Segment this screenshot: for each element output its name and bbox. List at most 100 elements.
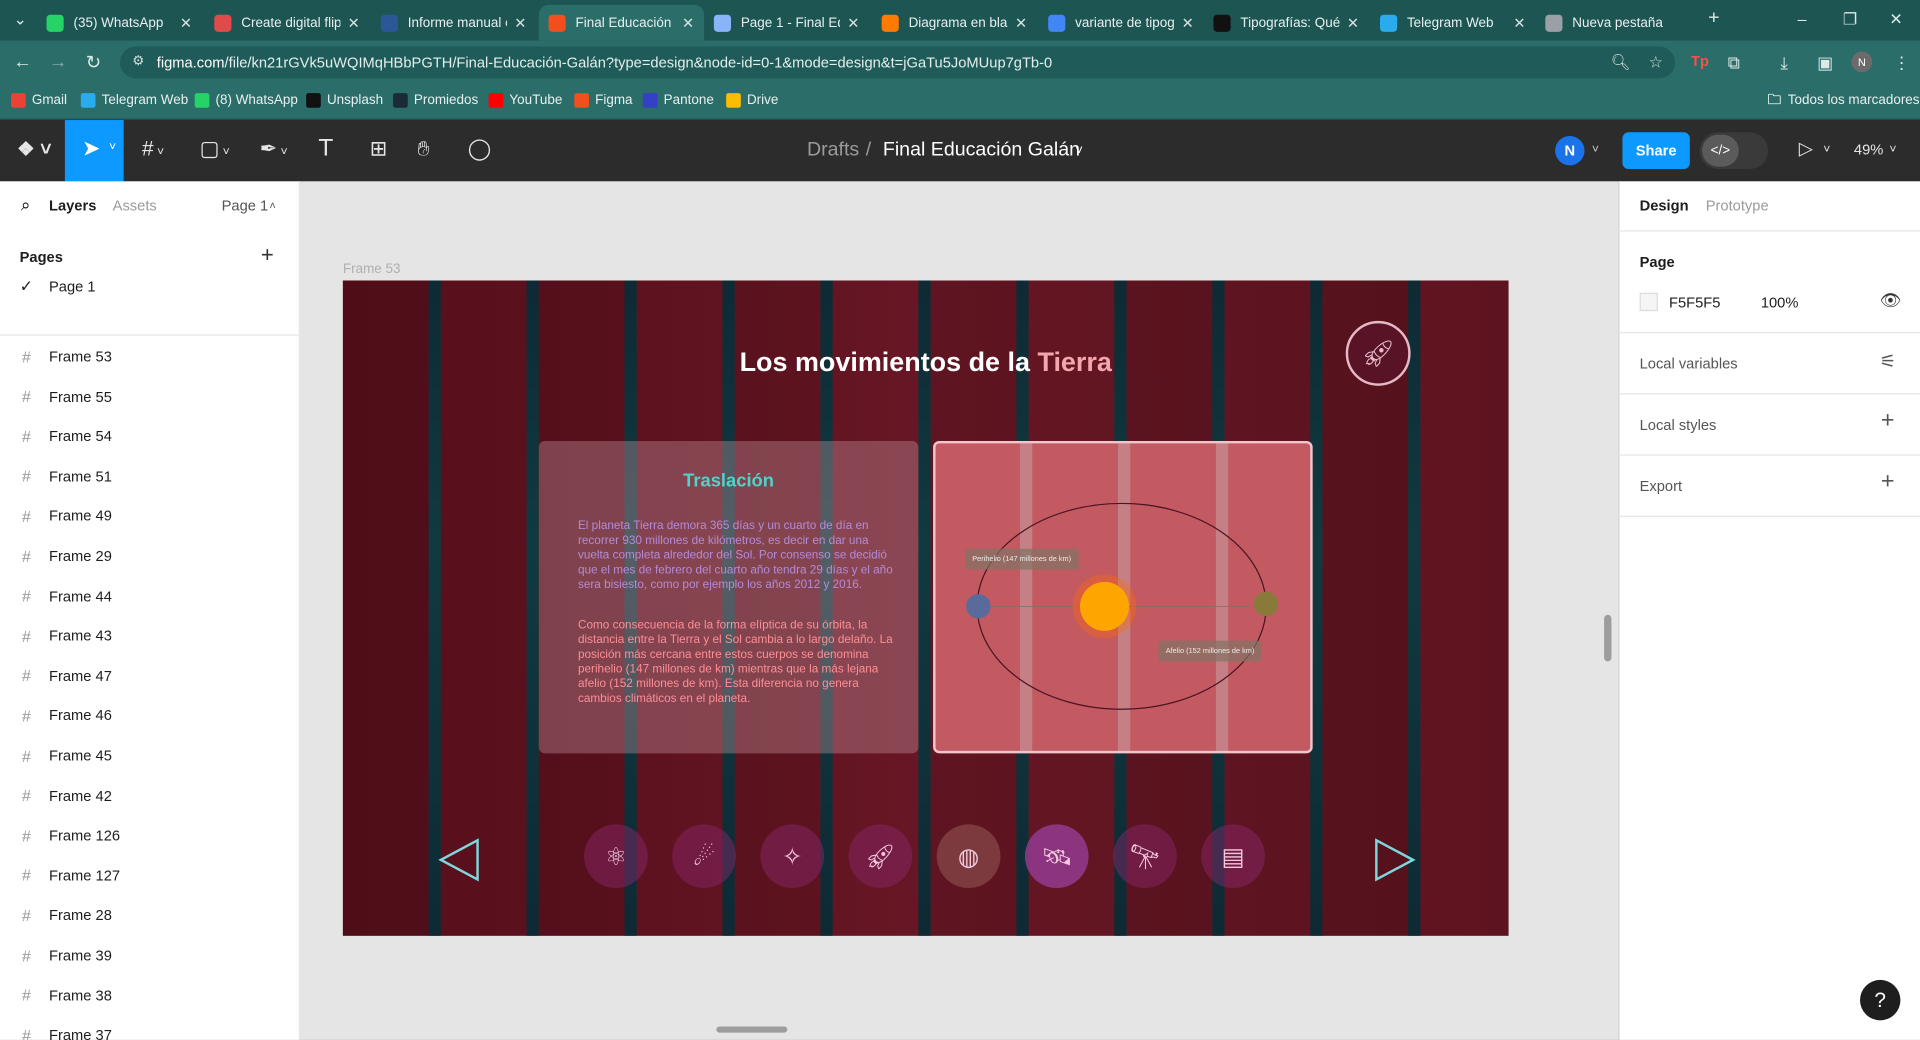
tab-prototype[interactable]: Prototype (1706, 197, 1769, 214)
tab-close-icon[interactable]: ✕ (514, 14, 526, 31)
next-arrow-icon[interactable] (1374, 838, 1416, 882)
back-icon[interactable]: ← (13, 51, 31, 72)
bookmark-item[interactable]: Promiedos (393, 93, 478, 108)
tab-design[interactable]: Design (1640, 197, 1689, 214)
constellation-icon[interactable]: ✧ (760, 824, 825, 889)
help-button[interactable]: ? (1860, 979, 1901, 1021)
user-avatar[interactable]: N (1555, 135, 1585, 166)
bookmark-item[interactable]: Gmail (11, 93, 67, 108)
frame-tool-icon[interactable]: # ˅ (142, 137, 164, 161)
chevron-up-icon[interactable]: ˄ (269, 200, 275, 212)
bookmark-item[interactable]: Figma (574, 93, 633, 108)
zoom-chevron-icon[interactable]: ˅ (1889, 143, 1896, 156)
tab-close-icon[interactable]: ✕ (1513, 14, 1525, 31)
profile-avatar[interactable]: N (1851, 51, 1873, 73)
url-text[interactable]: figma.com/file/kn21rGVk5uWQIMqHBbPGTH/Fi… (157, 54, 1052, 71)
chevron-down-icon[interactable]: ˅ (109, 141, 116, 154)
bookmark-item[interactable]: (8) WhatsApp (194, 93, 298, 108)
bookmark-item[interactable]: Telegram Web (80, 93, 188, 108)
tab-search-icon[interactable]: ⌄ (13, 10, 26, 30)
add-page-icon[interactable]: + (261, 243, 274, 269)
share-button[interactable]: Share (1622, 132, 1690, 170)
layer-row[interactable]: # Frame 43 (0, 616, 300, 655)
bookmark-item[interactable]: Pantone (642, 93, 714, 108)
all-bookmarks[interactable]: 🗀 Todos los marcadores (1767, 92, 1920, 107)
present-chevron-icon[interactable]: ˅ (1823, 143, 1830, 156)
telescope-icon[interactable]: 🔭︎ (1113, 824, 1177, 889)
tab-close-icon[interactable]: ✕ (348, 14, 360, 31)
page-selector[interactable]: Page 1 (222, 197, 269, 214)
side-panel-icon[interactable]: ▣ (1817, 53, 1833, 74)
frame-53[interactable]: Los movimientos de la Tierra 🚀︎ Traslaci… (342, 280, 1509, 936)
tab-close-icon[interactable]: ✕ (682, 14, 694, 31)
figma-main-menu-icon[interactable]: ❖ ˅ (17, 137, 51, 161)
browser-tab[interactable]: Tipografías: Qué s ✕ (1204, 5, 1369, 41)
bookmark-item[interactable]: YouTube (488, 93, 562, 108)
layer-row[interactable]: # Frame 28 (0, 896, 300, 935)
layer-row[interactable]: # Frame 42 (0, 776, 300, 815)
minimize-icon[interactable]: – (1798, 10, 1807, 28)
tab-layers[interactable]: Layers (49, 197, 96, 214)
download-icon[interactable]: ⤓ (1780, 53, 1788, 74)
layer-row[interactable]: # Frame 29 (0, 537, 300, 576)
layer-row[interactable]: # Frame 126 (0, 816, 300, 855)
browser-tab[interactable]: Diagrama en blan ✕ (872, 5, 1037, 41)
search-icon[interactable]: ⌕ (21, 195, 31, 216)
page-color-swatch[interactable] (1639, 292, 1658, 312)
forward-icon[interactable]: → (49, 51, 67, 72)
add-export-icon[interactable]: + (1881, 469, 1895, 496)
zoom-icon[interactable]: 🔍︎ (1611, 53, 1631, 71)
layer-row[interactable]: # Frame 49 (0, 497, 300, 536)
layer-row[interactable]: # Frame 55 (0, 377, 300, 416)
page-item[interactable]: ✓ Page 1 (0, 272, 300, 301)
new-tab-icon[interactable]: + (1708, 7, 1719, 29)
layer-row[interactable]: # Frame 47 (0, 656, 300, 695)
bookmark-star-icon[interactable]: ☆ (1649, 53, 1663, 71)
bookmark-item[interactable]: Drive (726, 93, 778, 108)
browser-tab[interactable]: Telegram Web ✕ (1370, 5, 1535, 41)
close-window-icon[interactable]: ✕ (1889, 10, 1902, 30)
layer-row[interactable]: # Frame 45 (0, 736, 300, 775)
vertical-scrollbar[interactable] (1604, 614, 1612, 662)
tab-close-icon[interactable]: ✕ (1347, 14, 1359, 31)
tab-close-icon[interactable]: ✕ (1015, 14, 1027, 31)
browser-tab[interactable]: Page 1 - Final Edu ✕ (704, 5, 869, 41)
address-bar[interactable]: ⚙ figma.com/file/kn21rGVk5uWQIMqHBbPGTH/… (120, 46, 1676, 79)
variables-sliders-icon[interactable]: ⚟ (1880, 350, 1896, 373)
present-play-icon[interactable]: ▷ (1799, 137, 1813, 159)
rocket-icon[interactable]: 🚀︎ (848, 824, 913, 889)
breadcrumb-drafts[interactable]: Drafts (807, 140, 859, 162)
dev-mode-toggle[interactable]: </> (1699, 132, 1769, 170)
reload-icon[interactable]: ↻ (86, 51, 101, 74)
page-color-value[interactable]: F5F5F5 (1669, 294, 1720, 311)
add-style-icon[interactable]: + (1881, 408, 1895, 435)
layer-row[interactable]: # Frame 53 (0, 337, 300, 376)
hand-tool-icon[interactable]: ✋︎ (418, 137, 430, 161)
layer-row[interactable]: # Frame 38 (0, 976, 300, 1015)
layer-row[interactable]: # Frame 39 (0, 936, 300, 975)
file-menu-chevron-icon[interactable]: ˅ (1075, 143, 1083, 158)
browser-tab[interactable]: Informe manual e ✕ (371, 5, 536, 41)
browser-tab[interactable]: (35) WhatsApp ✕ (37, 5, 202, 41)
move-tool[interactable]: ➤ ˅ (64, 120, 124, 182)
previous-arrow-icon[interactable] (438, 838, 480, 882)
atom-icon[interactable]: ⚛ (584, 824, 648, 889)
rocket-badge-icon[interactable]: 🚀︎ (1345, 320, 1411, 386)
pen-tool-icon[interactable]: ✒ ˅ (260, 137, 288, 161)
asteroid-icon[interactable]: ☄ (672, 824, 736, 889)
browser-tab[interactable]: Create digital flipb ✕ (204, 5, 369, 41)
layer-row[interactable]: # Frame 46 (0, 696, 300, 735)
tab-close-icon[interactable]: ✕ (847, 14, 859, 31)
page-opacity-value[interactable]: 100% (1761, 294, 1799, 311)
tab-assets[interactable]: Assets (113, 197, 157, 214)
text-tool-icon[interactable]: T (318, 135, 333, 163)
browser-tab[interactable]: Final Educación G ✕ (538, 4, 705, 41)
layer-row[interactable]: # Frame 37 (0, 1016, 300, 1040)
bookmark-item[interactable]: Unsplash (306, 93, 383, 108)
browser-tab[interactable]: Nueva pestaña (1536, 5, 1701, 41)
restore-icon[interactable]: ❐ (1843, 10, 1857, 30)
layer-row[interactable]: # Frame 44 (0, 576, 300, 615)
frame-label[interactable]: Frame 53 (343, 262, 401, 277)
extension-icon[interactable]: Tp (1691, 53, 1709, 70)
extensions-puzzle-icon[interactable]: ⧉ (1728, 53, 1740, 74)
